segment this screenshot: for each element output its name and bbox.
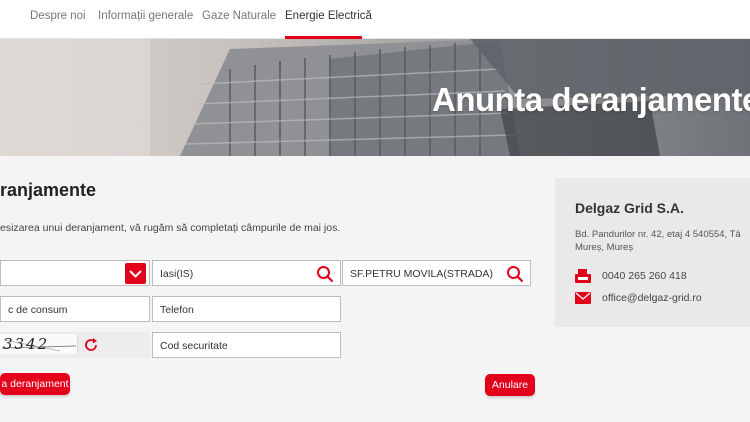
captcha-box: 3342: [0, 332, 150, 358]
consumption-place-field[interactable]: c de consum: [0, 296, 150, 322]
refresh-icon[interactable]: [83, 337, 99, 353]
captcha-text: 3342: [3, 335, 50, 353]
search-icon[interactable]: [506, 265, 524, 283]
contact-card: Delgaz Grid S.A. Bd. Pandurilor nr. 42, …: [555, 178, 750, 327]
city-field[interactable]: Iasi(IS): [152, 260, 341, 286]
nav-item-energie-electrica[interactable]: Energie Electrică: [285, 10, 372, 22]
submit-report-button[interactable]: a deranjament: [0, 373, 70, 395]
contact-email[interactable]: office@delgaz-grid.ro: [602, 292, 702, 304]
city-field-value: Iasi(IS): [160, 268, 194, 280]
security-code-field[interactable]: Cod securitate: [152, 332, 341, 358]
form-title: ranjamente: [0, 180, 97, 200]
cancel-button[interactable]: Anulare: [485, 374, 535, 396]
envelope-icon: [575, 292, 591, 304]
nav-item-informatii-generale[interactable]: Informații generale: [98, 10, 193, 22]
captcha-image: 3342: [0, 334, 78, 354]
phone-field[interactable]: Telefon: [152, 296, 341, 322]
hero-title: Anunta deranjamente: [432, 81, 750, 118]
main-content: ranjamente esizarea unui deranjament, vă…: [0, 156, 750, 422]
nav-item-gaze-naturale[interactable]: Gaze Naturale: [202, 10, 276, 22]
top-navigation: Despre noi Informații generale Gaze Natu…: [0, 0, 750, 39]
contact-phone[interactable]: 0040 265 260 418: [602, 270, 687, 282]
consumption-place-placeholder: c de consum: [8, 304, 68, 316]
address-line-2: Mureș, Mureș: [575, 242, 634, 253]
chevron-down-icon: [129, 270, 142, 278]
fax-phone-icon: [575, 269, 591, 283]
street-field[interactable]: SF.PETRU MOVILA(STRADA): [342, 260, 531, 286]
phone-field-placeholder: Telefon: [160, 304, 194, 316]
company-address: Bd. Pandurilor nr. 42, etaj 4 540554, Tâ…: [575, 228, 741, 254]
hero-banner: Anunta deranjamente: [0, 39, 750, 156]
nav-item-despre-noi[interactable]: Despre noi: [30, 10, 86, 22]
street-field-value: SF.PETRU MOVILA(STRADA): [350, 268, 493, 280]
county-dropdown-button[interactable]: [125, 263, 146, 284]
company-name: Delgaz Grid S.A.: [575, 200, 684, 216]
search-icon[interactable]: [316, 265, 334, 283]
form-intro-text: esizarea unui deranjament, vă rugăm să c…: [0, 222, 341, 234]
address-line-1: Bd. Pandurilor nr. 42, etaj 4 540554, Tâ: [575, 229, 741, 240]
county-select[interactable]: [0, 260, 150, 286]
security-code-placeholder: Cod securitate: [160, 340, 228, 352]
